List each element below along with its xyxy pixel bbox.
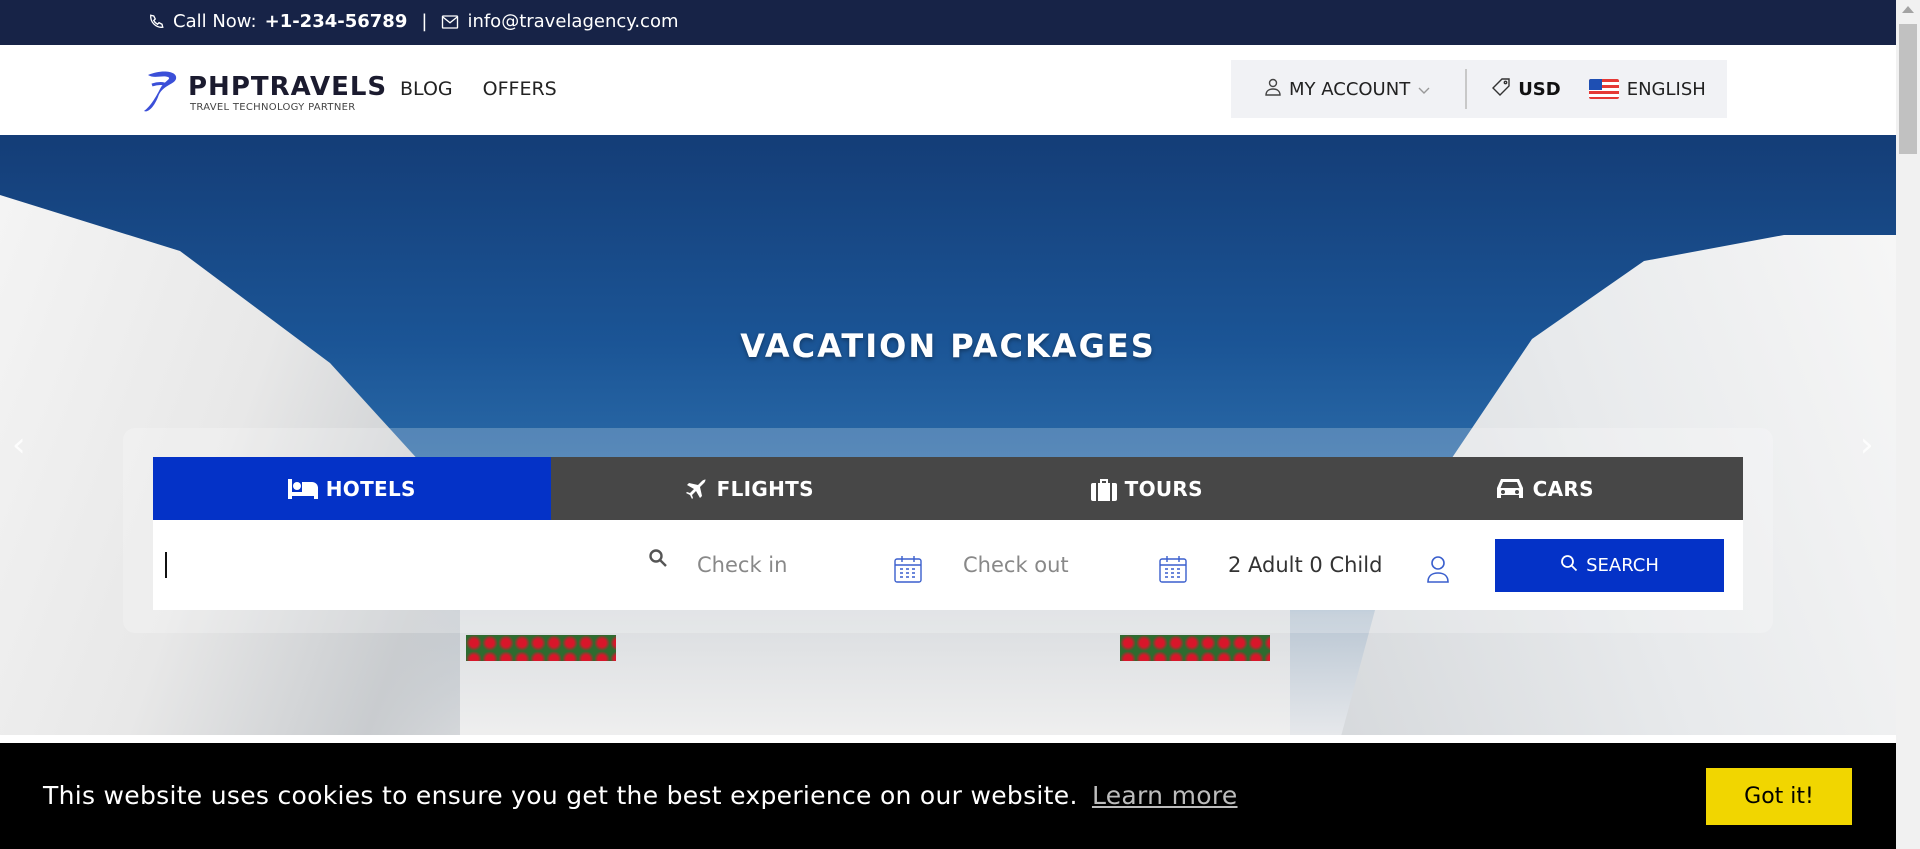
- guests-selector[interactable]: 2 Adult 0 Child: [1228, 520, 1382, 610]
- tab-flights-label: FLIGHTS: [716, 476, 814, 501]
- hero-image-flowers: [466, 635, 616, 661]
- scrollbar-thumb[interactable]: [1899, 24, 1917, 154]
- cookie-message: This website uses cookies to ensure you …: [43, 781, 1238, 810]
- carousel-prev-arrow-icon[interactable]: ‹: [12, 425, 26, 465]
- main-nav: BLOG OFFERS: [400, 78, 557, 100]
- checkout-field[interactable]: Check out: [963, 520, 1069, 610]
- plane-icon: [685, 477, 709, 501]
- tab-cars-label: CARS: [1532, 476, 1594, 501]
- account-bar: MY ACCOUNT USD ENGLISH: [1231, 60, 1727, 118]
- my-account-label: MY ACCOUNT: [1289, 78, 1411, 100]
- phone-icon: [147, 13, 165, 31]
- calendar-icon[interactable]: [893, 554, 923, 588]
- call-label: Call Now:: [173, 11, 257, 32]
- hero-image-flowers: [1120, 635, 1270, 661]
- cookie-consent-bar: This website uses cookies to ensure you …: [0, 743, 1896, 849]
- tab-cars[interactable]: CARS: [1346, 457, 1744, 520]
- cookie-message-text: This website uses cookies to ensure you …: [43, 781, 1078, 810]
- user-icon: [1265, 78, 1281, 101]
- search-button[interactable]: SEARCH: [1495, 539, 1724, 592]
- learn-more-link[interactable]: Learn more: [1092, 781, 1238, 810]
- calendar-icon[interactable]: [1158, 554, 1188, 588]
- checkin-field[interactable]: Check in: [697, 520, 787, 610]
- nav-offers-link[interactable]: OFFERS: [483, 78, 557, 100]
- destination-input[interactable]: [165, 520, 685, 610]
- tab-flights[interactable]: FLIGHTS: [551, 457, 949, 520]
- text-cursor: [165, 552, 167, 578]
- logo-tagline: TRAVEL TECHNOLOGY PARTNER: [190, 101, 356, 113]
- search-icon: [1560, 554, 1578, 577]
- tab-hotels-label: HOTELS: [325, 476, 416, 501]
- logo-mark-icon: [142, 67, 182, 119]
- mail-icon: [441, 14, 459, 30]
- hotel-search-form: Check in Check out 2 Adult 0 Child SEARC…: [153, 520, 1743, 610]
- car-icon: [1495, 477, 1525, 501]
- phone-number[interactable]: +1-234-56789: [265, 11, 408, 32]
- currency-label: USD: [1518, 78, 1561, 100]
- cookie-accept-button[interactable]: Got it!: [1706, 768, 1852, 825]
- logo-name: PHPTRAVELS: [188, 71, 388, 102]
- us-flag-icon: [1588, 79, 1619, 99]
- contact-separator: |: [421, 11, 428, 32]
- scroll-up-arrow-icon[interactable]: [1902, 6, 1914, 13]
- language-label: ENGLISH: [1626, 78, 1706, 100]
- nav-blog-link[interactable]: BLOG: [400, 78, 453, 100]
- tab-tours[interactable]: TOURS: [948, 457, 1346, 520]
- site-logo[interactable]: PHPTRAVELS TRAVEL TECHNOLOGY PARTNER: [142, 67, 387, 119]
- language-selector[interactable]: ENGLISH: [1588, 78, 1706, 100]
- tag-icon: [1492, 77, 1510, 101]
- contact-info: Call Now: +1-234-56789 | info@travelagen…: [147, 11, 679, 32]
- search-tabs: HOTELS FLIGHTS TOURS CARS: [153, 457, 1743, 520]
- account-divider: [1465, 69, 1468, 109]
- search-icon: [648, 548, 668, 572]
- bed-icon: [287, 478, 318, 499]
- search-button-label: SEARCH: [1586, 555, 1659, 576]
- email-link[interactable]: info@travelagency.com: [467, 11, 678, 32]
- carousel-next-arrow-icon[interactable]: ›: [1860, 425, 1874, 465]
- hero-title: VACATION PACKAGES: [740, 327, 1156, 365]
- top-contact-bar: Call Now: +1-234-56789 | info@travelagen…: [0, 0, 1896, 45]
- suitcase-icon: [1090, 477, 1117, 501]
- chevron-down-icon: [1418, 79, 1430, 100]
- currency-selector[interactable]: USD: [1492, 77, 1561, 101]
- tab-tours-label: TOURS: [1124, 476, 1203, 501]
- site-header: PHPTRAVELS TRAVEL TECHNOLOGY PARTNER BLO…: [0, 45, 1896, 135]
- my-account-dropdown[interactable]: MY ACCOUNT: [1265, 78, 1430, 101]
- tab-hotels[interactable]: HOTELS: [153, 457, 551, 520]
- user-icon[interactable]: [1426, 555, 1450, 587]
